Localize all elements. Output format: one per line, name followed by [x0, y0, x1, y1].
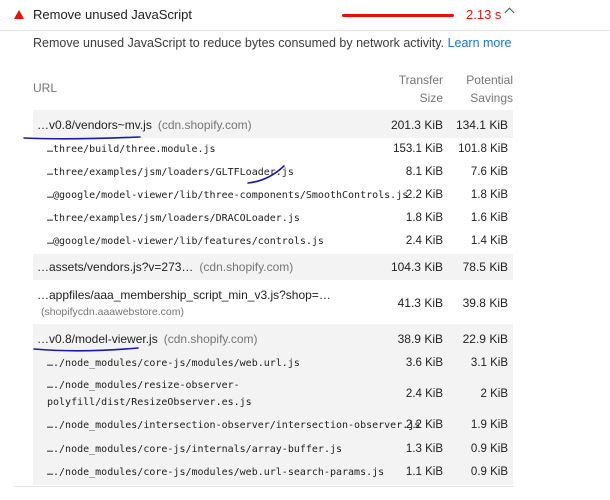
underline-scribble [33, 347, 139, 352]
annotation-scribbles [23, 136, 285, 352]
underline-scribble [23, 136, 141, 140]
underline-scribble [247, 165, 285, 184]
